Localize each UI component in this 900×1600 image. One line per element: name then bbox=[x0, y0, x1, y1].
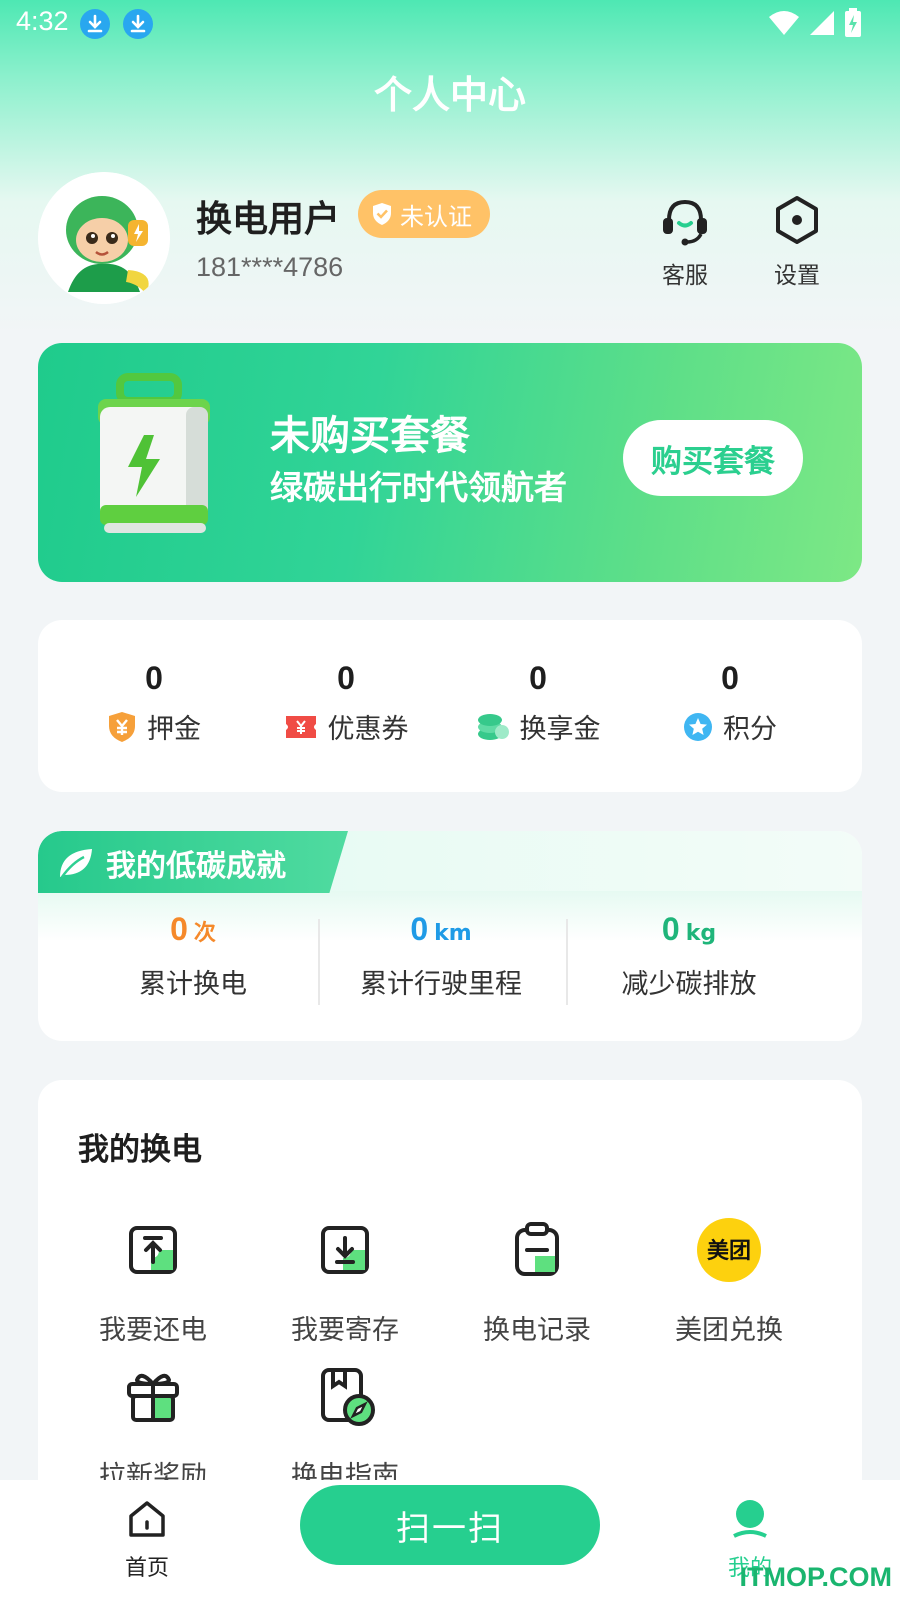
swaps-label: 累计换电 bbox=[139, 969, 247, 1000]
carbon-achievement-card: 我的低碳成就 0次 累计换电 0 km 累计行驶里程 0 kg 减少碳排放 bbox=[38, 831, 862, 1041]
swap-credit-value: 0 bbox=[529, 660, 547, 696]
my-swap-title: 我的换电 bbox=[78, 1132, 202, 1168]
meituan-icon: 美团 bbox=[697, 1218, 761, 1282]
wifi-icon bbox=[769, 11, 799, 35]
emission-label: 减少碳排放 bbox=[621, 969, 757, 1000]
mileage-unit: km bbox=[434, 921, 472, 946]
download-icon bbox=[123, 9, 153, 39]
page-title: 个人中心 bbox=[373, 73, 526, 117]
leaf-icon bbox=[60, 849, 92, 878]
nav-home-label: 首页 bbox=[124, 1556, 169, 1581]
points-star-icon bbox=[684, 712, 712, 741]
return-battery-button[interactable]: 我要还电 bbox=[78, 1218, 228, 1347]
swaps-unit: 次 bbox=[193, 921, 216, 946]
avatar[interactable] bbox=[38, 172, 170, 304]
deposit-label: 押金 bbox=[147, 714, 201, 745]
plan-subtitle: 绿碳出行时代领航者 bbox=[270, 468, 567, 507]
deposit-storage-button[interactable]: 我要寄存 bbox=[270, 1218, 420, 1347]
carbon-title: 我的低碳成就 bbox=[106, 849, 286, 884]
coupon-icon bbox=[285, 715, 316, 738]
swap-record-button[interactable]: 换电记录 bbox=[462, 1218, 612, 1347]
deposit-shield-icon bbox=[109, 711, 135, 742]
settings-label: 设置 bbox=[774, 263, 820, 289]
coupon-value: 0 bbox=[337, 660, 355, 696]
profile-icon bbox=[733, 1500, 767, 1538]
swap-record-icon bbox=[515, 1222, 559, 1276]
deposit-value: 0 bbox=[145, 660, 163, 696]
customer-service-label: 客服 bbox=[662, 263, 708, 289]
settings-button[interactable]: 设置 bbox=[757, 192, 837, 290]
headset-icon bbox=[663, 199, 707, 246]
customer-service-button[interactable]: 客服 bbox=[645, 192, 725, 290]
emission-value: 0 bbox=[661, 911, 680, 947]
settings-hexagon-icon bbox=[776, 196, 818, 244]
carbon-stat-mileage: 0 km 累计行驶里程 bbox=[314, 911, 568, 1001]
mileage-value: 0 bbox=[410, 911, 429, 947]
battery-icon bbox=[845, 8, 861, 37]
user-name: 换电用户 bbox=[196, 199, 341, 240]
swap-guide-button[interactable]: 换电指南 bbox=[270, 1364, 420, 1493]
return-battery-label: 我要还电 bbox=[99, 1315, 207, 1346]
nav-home[interactable]: 首页 bbox=[97, 1498, 197, 1582]
phone-number: 181****4786 bbox=[196, 252, 344, 282]
meituan-icon-text: 美团 bbox=[707, 1238, 751, 1264]
coins-icon bbox=[477, 713, 509, 740]
battery-product-icon bbox=[98, 373, 210, 533]
bottom-nav: 首页 扫一扫 我的 ITMOP.COM bbox=[0, 1480, 900, 1600]
wallet-item-points[interactable]: 0 积分 bbox=[632, 660, 828, 746]
referral-reward-button[interactable]: 拉新奖励 bbox=[78, 1364, 228, 1493]
return-battery-icon bbox=[129, 1226, 177, 1274]
verified-shield-icon bbox=[373, 203, 391, 225]
deposit-storage-icon bbox=[321, 1226, 369, 1274]
status-bar: 4:32 bbox=[0, 0, 900, 48]
swap-record-label: 换电记录 bbox=[483, 1315, 591, 1346]
swap-credit-label: 换享金 bbox=[519, 714, 601, 745]
emission-unit: kg bbox=[685, 921, 717, 946]
carbon-stat-swaps: 0次 累计换电 bbox=[66, 911, 320, 1001]
signal-icon bbox=[810, 11, 834, 35]
status-time: 4:32 bbox=[16, 6, 69, 36]
buy-plan-button[interactable]: 购买套餐 bbox=[623, 420, 803, 496]
scan-button[interactable]: 扫一扫 bbox=[300, 1485, 600, 1565]
home-icon bbox=[129, 1501, 165, 1537]
carbon-stat-emission: 0 kg 减少碳排放 bbox=[562, 911, 816, 1001]
download-icon bbox=[80, 9, 110, 39]
gift-icon bbox=[127, 1373, 179, 1422]
wallet-item-swap-credit[interactable]: 0 换享金 bbox=[440, 660, 636, 746]
points-value: 0 bbox=[721, 660, 739, 696]
wallet-card: 0 押金 0 优惠券 0 换享金 0 积分 bbox=[38, 620, 862, 792]
wallet-item-deposit[interactable]: 0 押金 bbox=[56, 660, 252, 746]
plan-title: 未购买套餐 bbox=[270, 413, 470, 459]
deposit-storage-label: 我要寄存 bbox=[291, 1315, 399, 1346]
meituan-redeem-label: 美团兑换 bbox=[675, 1315, 783, 1346]
meituan-redeem-button[interactable]: 美团 美团兑换 bbox=[654, 1218, 804, 1347]
wallet-item-coupon[interactable]: 0 优惠券 bbox=[248, 660, 444, 746]
mileage-label: 累计行驶里程 bbox=[360, 969, 522, 1000]
plan-card: 未购买套餐 绿碳出行时代领航者 购买套餐 bbox=[38, 343, 862, 582]
coupon-label: 优惠券 bbox=[327, 714, 409, 745]
verification-badge-label: 未认证 bbox=[400, 202, 472, 231]
swaps-value: 0 bbox=[170, 911, 188, 947]
points-label: 积分 bbox=[723, 714, 777, 745]
guide-compass-icon bbox=[321, 1368, 375, 1426]
my-swap-card: 我的换电 我要还电 我要寄存 换电记录 美团 美团兑换 拉新奖励 换电指南 bbox=[38, 1080, 862, 1500]
verification-badge[interactable]: 未认证 bbox=[358, 190, 490, 238]
watermark: ITMOP.COM bbox=[739, 1562, 892, 1592]
